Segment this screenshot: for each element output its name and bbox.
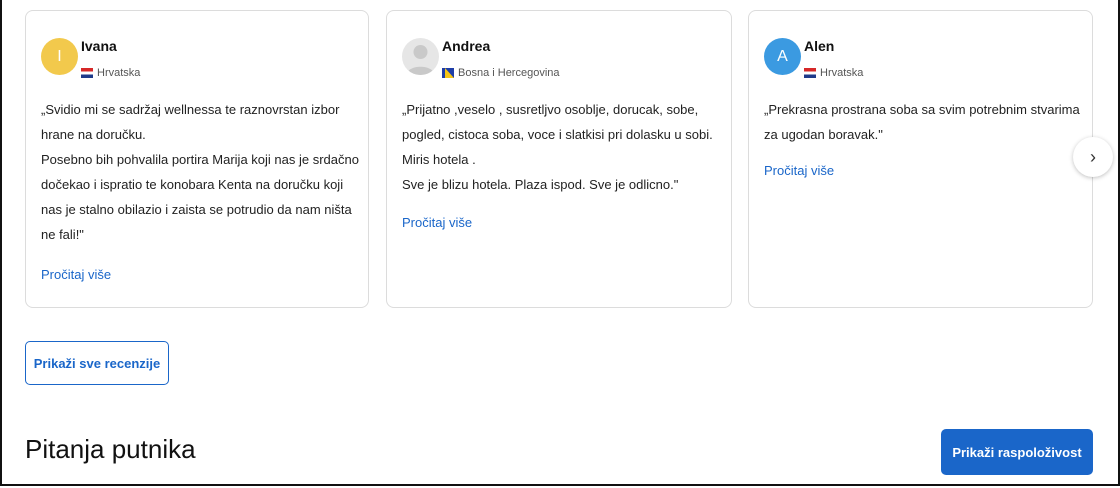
- carousel-next-button[interactable]: ›: [1073, 137, 1113, 177]
- reviewer-name: Ivana: [81, 38, 117, 54]
- avatar: A: [764, 38, 801, 75]
- avatar: I: [41, 38, 78, 75]
- avatar-initial: A: [777, 47, 788, 65]
- reviewer-country: Bosna i Hercegovina: [442, 67, 560, 79]
- read-more-link[interactable]: Pročitaj više: [41, 267, 111, 282]
- chevron-right-icon: ›: [1090, 146, 1096, 167]
- user-placeholder-icon: [406, 45, 435, 75]
- review-text: „Prijatno ,veselo , susretljvo osoblje, …: [402, 97, 720, 197]
- review-text: „Prekrasna prostrana soba sa svim potreb…: [764, 97, 1082, 147]
- review-card: Andrea Bosna i Hercegovina „Prijatno ,ve…: [386, 10, 732, 308]
- country-label: Hrvatska: [97, 67, 141, 79]
- read-more-link[interactable]: Pročitaj više: [402, 215, 472, 230]
- country-label: Hrvatska: [820, 67, 864, 79]
- read-more-link[interactable]: Pročitaj više: [764, 163, 834, 178]
- section-title: Pitanja putnika: [25, 434, 196, 464]
- review-card: I Ivana Hrvatska „Svidio mi se sadržaj w…: [25, 10, 369, 308]
- croatia-flag-icon: [804, 68, 816, 78]
- review-card: A Alen Hrvatska „Prekrasna prostrana sob…: [748, 10, 1093, 308]
- show-all-reviews-button[interactable]: Prikaži sve recenzije: [25, 341, 169, 385]
- review-paragraph: Posebno bih pohvalila portira Marija koj…: [41, 152, 359, 242]
- reviewer-name: Alen: [804, 38, 835, 54]
- avatar: [402, 38, 439, 75]
- review-paragraph: Sve je blizu hotela. Plaza ispod. Sve je…: [402, 177, 679, 192]
- reviewer-country: Hrvatska: [81, 67, 140, 79]
- avatar-initial: I: [57, 47, 62, 65]
- review-paragraph: „Prekrasna prostrana soba sa svim potreb…: [764, 102, 1080, 142]
- bosnia-flag-icon: [442, 68, 454, 78]
- reviewer-country: Hrvatska: [804, 67, 863, 79]
- review-text: „Svidio mi se sadržaj wellnessa te razno…: [41, 97, 359, 247]
- review-paragraph: „Svidio mi se sadržaj wellnessa te razno…: [41, 102, 340, 142]
- reviewer-name: Andrea: [442, 38, 491, 54]
- show-availability-button[interactable]: Prikaži raspoloživost: [941, 429, 1093, 475]
- country-label: Bosna i Hercegovina: [458, 67, 560, 79]
- review-paragraph: „Prijatno ,veselo , susretljvo osoblje, …: [402, 102, 713, 167]
- croatia-flag-icon: [81, 68, 93, 78]
